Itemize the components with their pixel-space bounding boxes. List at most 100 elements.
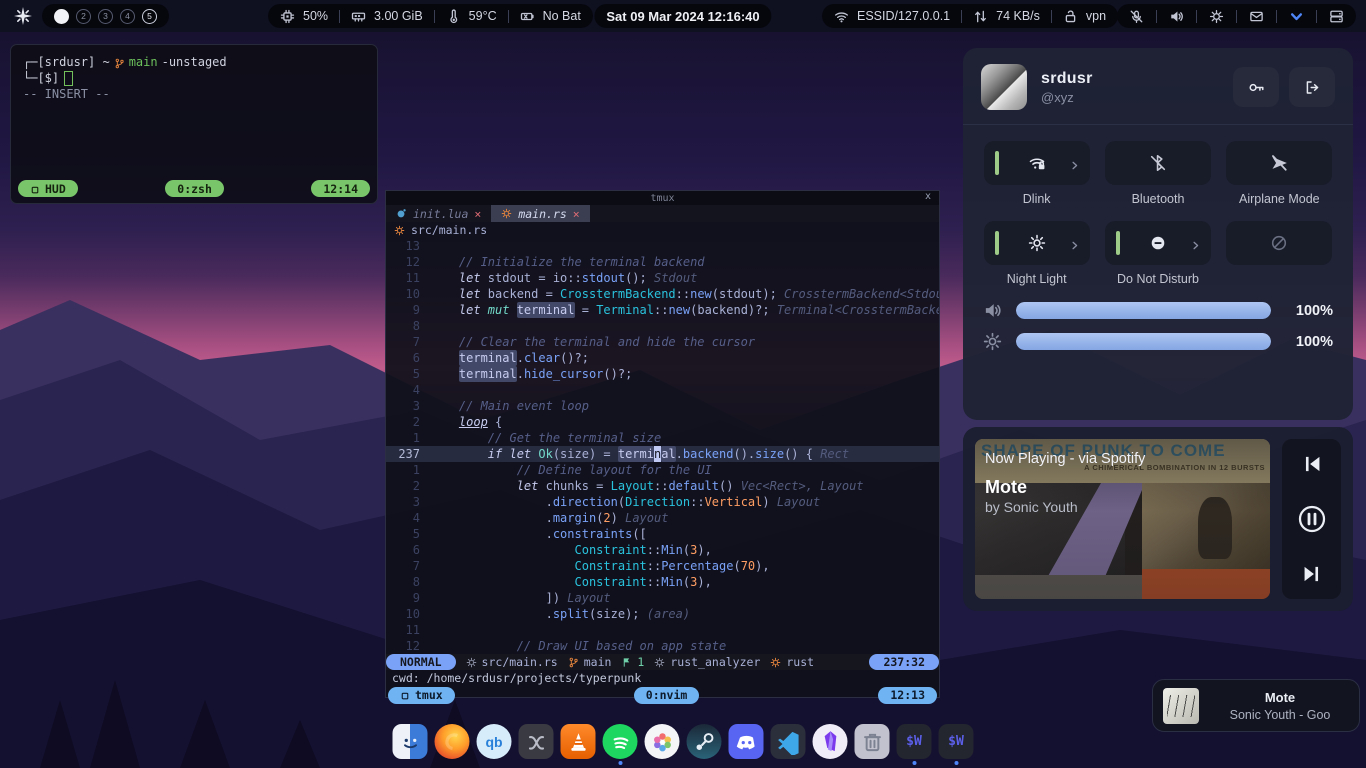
tab-close-button[interactable]: × xyxy=(474,207,481,221)
logout-button[interactable] xyxy=(1289,67,1335,107)
settings-icon[interactable] xyxy=(1209,9,1224,24)
active-indicator xyxy=(995,231,999,255)
tmux-session-pill[interactable]: tmux xyxy=(388,687,455,704)
network-speed-icon xyxy=(973,9,988,24)
workspace-2[interactable]: 2 xyxy=(76,9,91,24)
next-track-button[interactable] xyxy=(1301,563,1323,585)
airplane-off-icon xyxy=(1270,154,1288,172)
separator xyxy=(339,10,340,23)
dock-icon-trash[interactable] xyxy=(855,724,890,759)
album-art: SHAPE OF PUNK TO COME A CHIMERICAL BOMBI… xyxy=(975,439,1270,599)
dock-icon-spotify[interactable] xyxy=(603,724,638,759)
line-number: 2 xyxy=(386,478,430,494)
sun-icon xyxy=(1028,234,1046,252)
dock-icon-vlc[interactable] xyxy=(561,724,596,759)
dock-icon-vscode[interactable] xyxy=(771,724,806,759)
network-module[interactable]: ESSID/127.0.0.1 74 KB/s vpn xyxy=(822,4,1118,28)
lock-keys-button[interactable] xyxy=(1233,67,1279,107)
dock-icon-steam[interactable] xyxy=(687,724,722,759)
separator xyxy=(1276,10,1277,23)
cursor-position: 237:32 xyxy=(883,655,925,669)
code-line: 3 // Main event loop xyxy=(386,398,939,414)
dock-label: $W xyxy=(906,734,922,749)
session-icon xyxy=(30,184,40,194)
volume-slider[interactable] xyxy=(1016,302,1271,319)
line-number: 5 xyxy=(386,366,430,382)
toggle-blank[interactable] xyxy=(1226,221,1332,265)
vim-mode: NORMAL xyxy=(400,655,442,669)
logout-icon xyxy=(1304,79,1321,96)
cursor-position-pill: 237:32 xyxy=(869,654,939,670)
media-player-card: SHAPE OF PUNK TO COME A CHIMERICAL BOMBI… xyxy=(963,427,1353,611)
toggle-wifi[interactable] xyxy=(984,141,1090,185)
bluetooth-off-icon xyxy=(1149,154,1167,172)
code-line: 13 xyxy=(386,238,939,254)
chevron-down-icon[interactable] xyxy=(1289,9,1304,24)
volume-icon[interactable] xyxy=(1169,9,1184,24)
tab-label: init.lua xyxy=(413,207,468,221)
dock-icon-obsidian[interactable] xyxy=(813,724,848,759)
window-close-button[interactable]: x xyxy=(925,191,931,202)
pause-button[interactable] xyxy=(1297,504,1327,534)
chevron-right-icon[interactable] xyxy=(1190,238,1201,249)
code-line: 1 // Define layout for the UI xyxy=(386,462,939,478)
running-indicator xyxy=(660,761,664,765)
toggle-dnd[interactable] xyxy=(1105,221,1211,265)
network-speed-text: 74 KB/s xyxy=(996,9,1040,23)
brightness-slider[interactable] xyxy=(1016,333,1271,350)
line-number: 1 xyxy=(386,462,430,478)
chevron-right-icon[interactable] xyxy=(1069,158,1080,169)
dock-icon-media-app[interactable] xyxy=(519,724,554,759)
editor-window[interactable]: tmux x init.lua×main.rs× src/main.rs 131… xyxy=(385,190,940,698)
dock-icon-discord[interactable] xyxy=(729,724,764,759)
running-indicator xyxy=(702,761,706,765)
toggle-airplane[interactable] xyxy=(1226,141,1332,185)
media-notification[interactable]: Mote Sonic Youth - Goo xyxy=(1152,679,1360,732)
mail-icon[interactable] xyxy=(1249,9,1264,24)
line-number: 6 xyxy=(386,542,430,558)
dock-icon-script-sw-2[interactable]: $W xyxy=(939,724,974,759)
workspace-3[interactable]: 3 xyxy=(98,9,113,24)
tmux-window-pill[interactable]: 0:zsh xyxy=(165,180,224,197)
workspace-5[interactable]: 5 xyxy=(142,9,157,24)
dock-icon-file-manager[interactable] xyxy=(393,724,428,759)
line-number: 8 xyxy=(386,574,430,590)
separator xyxy=(961,10,962,23)
tab-label: main.rs xyxy=(518,207,566,221)
track-title: Mote xyxy=(985,477,1027,498)
tmux-session-pill[interactable]: HUD xyxy=(18,180,78,197)
dock-icon-script-sw-1[interactable]: $W xyxy=(897,724,932,759)
toggle-nightlight[interactable] xyxy=(984,221,1090,265)
dock-icon-photos[interactable] xyxy=(645,724,680,759)
code-area[interactable]: 1312 // Initialize the terminal backend1… xyxy=(386,238,939,654)
tmux-window-pill[interactable]: 0:nvim xyxy=(634,687,700,704)
tmux-time: 12:14 xyxy=(323,182,358,196)
workspace-1[interactable] xyxy=(54,9,69,24)
cpu-icon xyxy=(280,9,295,24)
tab-close-button[interactable]: × xyxy=(573,207,580,221)
displays-icon[interactable] xyxy=(1329,9,1344,24)
toggle-bluetooth[interactable] xyxy=(1105,141,1211,185)
separator xyxy=(1196,10,1197,23)
hud-terminal-window[interactable]: ┌─[srdusr] ~ main -unstaged └─[$] -- INS… xyxy=(10,44,378,204)
running-indicator xyxy=(912,761,916,765)
launcher-logo-icon[interactable] xyxy=(14,7,32,25)
cwd-text: cwd: /home/srdusr/projects/typerpunk xyxy=(392,671,641,685)
buffer-tab-init.lua[interactable]: init.lua × xyxy=(386,205,491,222)
session-name: HUD xyxy=(45,182,66,196)
dock-item-script-sw-1: $W xyxy=(897,724,932,765)
line-number: 3 xyxy=(386,494,430,510)
workspace-4[interactable]: 4 xyxy=(120,9,135,24)
wifi-lock-icon xyxy=(1028,154,1046,172)
line-number: 7 xyxy=(386,558,430,574)
buffer-tab-main.rs[interactable]: main.rs × xyxy=(491,205,589,222)
separator xyxy=(1316,10,1317,23)
code-line: 8 Constraint::Min(3), xyxy=(386,574,939,590)
dock-icon-qbittorrent[interactable]: qb xyxy=(477,724,512,759)
dock-icon-firefox[interactable] xyxy=(435,724,470,759)
previous-track-button[interactable] xyxy=(1301,453,1323,475)
microphone-muted-icon[interactable] xyxy=(1129,9,1144,24)
session-name: tmux xyxy=(415,688,443,702)
chevron-right-icon[interactable] xyxy=(1069,238,1080,249)
toggle-label: Night Light xyxy=(1007,272,1067,287)
